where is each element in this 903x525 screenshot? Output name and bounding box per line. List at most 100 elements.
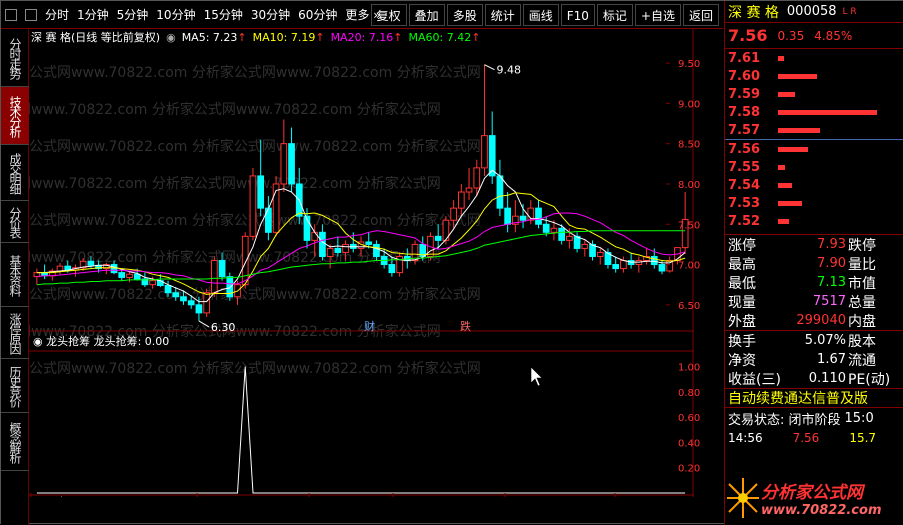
ask-price-0: 7.61: [728, 50, 761, 66]
candle-47: [396, 252, 403, 277]
ask-row-1[interactable]: 7.60: [725, 67, 903, 85]
ask-row-0[interactable]: 7.61: [725, 49, 903, 67]
ask-row-3[interactable]: 7.58: [725, 103, 903, 121]
candle-77: [627, 252, 635, 269]
ind-y-label-2: 0.60: [678, 413, 700, 424]
mouse-cursor-icon: [530, 366, 543, 387]
candle-28: [249, 167, 257, 241]
stat2-value-0: 5.07%: [804, 333, 846, 348]
vtab-7[interactable]: 概念解析: [1, 413, 29, 471]
logo-url: www.70822.com: [761, 503, 882, 518]
stat-value-0: 7.93: [817, 237, 846, 252]
y-label-5: 7.00: [678, 261, 700, 272]
vtab-1[interactable]: 技术分析: [1, 87, 29, 145]
tick-price: 7.56: [792, 431, 820, 445]
ask-volume-bar-3: [778, 109, 877, 115]
stat2-value-2: 0.110: [808, 371, 846, 386]
price-axis: 9.50 9.00 8.50 8.00 7.50 7.00 6.50 1.00 0.80 0.60…: [666, 59, 700, 475]
bid-row-1[interactable]: 7.55: [725, 158, 903, 176]
tool-button-8[interactable]: 返回: [682, 4, 719, 26]
stat-row-1: 最高 7.90 量比: [725, 254, 903, 273]
stat2-row-2: 收益(三) 0.110 PE(动): [725, 369, 903, 388]
candle-30: [265, 196, 272, 241]
logo-burst-icon: [727, 478, 759, 518]
candle-25: [226, 272, 234, 301]
bid-book: 7.56 7.55 7.54 7.53 7.52: [725, 140, 903, 235]
tool-button-5[interactable]: F10: [560, 4, 595, 26]
candle-1: [41, 264, 48, 280]
period-6[interactable]: 60分钟: [294, 1, 341, 29]
watermark-text-8: 公式网www.70822.com 分析家公式网www.70822.com 分析家…: [29, 360, 481, 377]
stat2-row-0: 换手 5.07% 股本: [725, 331, 903, 350]
logo-text: 分析家公式网: [761, 483, 863, 503]
candle-56: [465, 167, 473, 201]
stat-row-3: 现量 7517 总量: [725, 292, 903, 311]
stat-key2-3: 总量: [848, 294, 876, 311]
stat2-key2-0: 股本: [848, 333, 876, 350]
period-2[interactable]: 5分钟: [113, 1, 153, 29]
indicator-line: [36, 366, 686, 494]
watermark-text-6: 公式网www.70822.com 分析家公式网www.70822.com 分析家…: [29, 286, 481, 303]
bid-price-4: 7.52: [728, 213, 761, 229]
pct-change: 4.85%: [814, 28, 853, 43]
finance-marker[interactable]: 财: [364, 319, 375, 333]
bid-volume-bar-3: [778, 200, 802, 206]
candle-73: [596, 248, 604, 265]
drop-marker[interactable]: 跌: [460, 319, 471, 333]
ind-y-label-4: 0.20: [678, 464, 700, 475]
vtab-4[interactable]: 基本资料: [1, 243, 29, 307]
stat-key-2: 最低: [728, 275, 756, 292]
stat2-key-0: 换手: [728, 333, 756, 350]
tool-button-7[interactable]: +自选: [634, 4, 681, 26]
indicator-title: ◉ 龙头抢筹 龙头抢筹: 0.00: [33, 334, 169, 348]
ask-row-2[interactable]: 7.59: [725, 85, 903, 103]
period-3[interactable]: 10分钟: [152, 1, 199, 29]
kline-chart[interactable]: 公式网www.70822.com 分析家公式网www.70822.com 分析家…: [29, 29, 694, 497]
bid-row-3[interactable]: 7.53: [725, 194, 903, 212]
stat-value-3: 7517: [812, 294, 846, 309]
period-4[interactable]: 15分钟: [200, 1, 247, 29]
vtab-5[interactable]: 涨停原因: [1, 307, 29, 359]
vertical-tabs: 分时走势 技术分析 成交明细 分价表 基本资料 涨停原因 历史竞价 概念解析: [1, 29, 29, 525]
tool-button-0[interactable]: 复权: [370, 4, 407, 26]
grid-icon[interactable]: [25, 8, 37, 21]
chart-area[interactable]: 深 赛 格(日线 等比前复权) ◉ MA5: 7.23↑ MA10: 7.19↑ M…: [29, 29, 694, 497]
candle-76: [620, 256, 627, 273]
stat2-row-1: 净资 1.67 流通: [725, 350, 903, 369]
vtab-6[interactable]: 历史竞价: [1, 359, 29, 413]
vtab-3[interactable]: 分价表: [1, 201, 29, 243]
bid-row-2[interactable]: 7.54: [725, 176, 903, 194]
candle-78: [635, 256, 643, 273]
candle-22: [203, 288, 211, 317]
watermark-text-3: 公式网www.70822.com 分析家公式网www.70822.com 分析家…: [29, 175, 441, 192]
bid-row-4[interactable]: 7.52: [725, 212, 903, 230]
toolbar: 分时 1分钟 5分钟 10分钟 15分钟 30分钟 60分钟 更多 » 复权 叠加 多股 统计 画线 F…: [1, 1, 723, 29]
period-0[interactable]: 分时: [41, 1, 73, 29]
ask-book: 7.61 7.60 7.59 7.58 7.57: [725, 49, 903, 140]
bid-price-3: 7.53: [728, 195, 761, 211]
vtab-0[interactable]: 分时走势: [1, 29, 29, 87]
menu-icon[interactable]: [5, 8, 17, 21]
tick-volume: 15.7: [849, 431, 877, 445]
y-label-0: 9.50: [678, 59, 700, 70]
period-5[interactable]: 30分钟: [247, 1, 294, 29]
candle-32: [280, 119, 288, 193]
subscription-banner[interactable]: 自动续费通达信普及版: [725, 388, 903, 408]
vtab-2[interactable]: 成交明细: [1, 145, 29, 201]
ask-price-1: 7.60: [728, 68, 761, 84]
bid-volume-bar-4: [778, 218, 789, 224]
stats-table-2: 换手 5.07% 股本 净资 1.67 流通 收益(三) 0.110 PE(动): [725, 331, 903, 388]
tool-button-2[interactable]: 多股: [446, 4, 483, 26]
bid-volume-bar-0: [778, 146, 808, 152]
tool-buttons: 复权 叠加 多股 统计 画线 F10 标记 +自选 返回: [369, 1, 719, 29]
tool-button-4[interactable]: 画线: [522, 4, 559, 26]
period-1[interactable]: 1分钟: [73, 1, 113, 29]
tool-button-3[interactable]: 统计: [484, 4, 521, 26]
candle-2: [48, 268, 56, 281]
ask-row-4[interactable]: 7.57: [725, 121, 903, 139]
tool-button-1[interactable]: 叠加: [408, 4, 445, 26]
ask-volume-bar-0: [778, 55, 784, 61]
tool-button-6[interactable]: 标记: [596, 4, 633, 26]
candle-9: [102, 262, 110, 275]
bid-row-0[interactable]: 7.56: [725, 140, 903, 158]
